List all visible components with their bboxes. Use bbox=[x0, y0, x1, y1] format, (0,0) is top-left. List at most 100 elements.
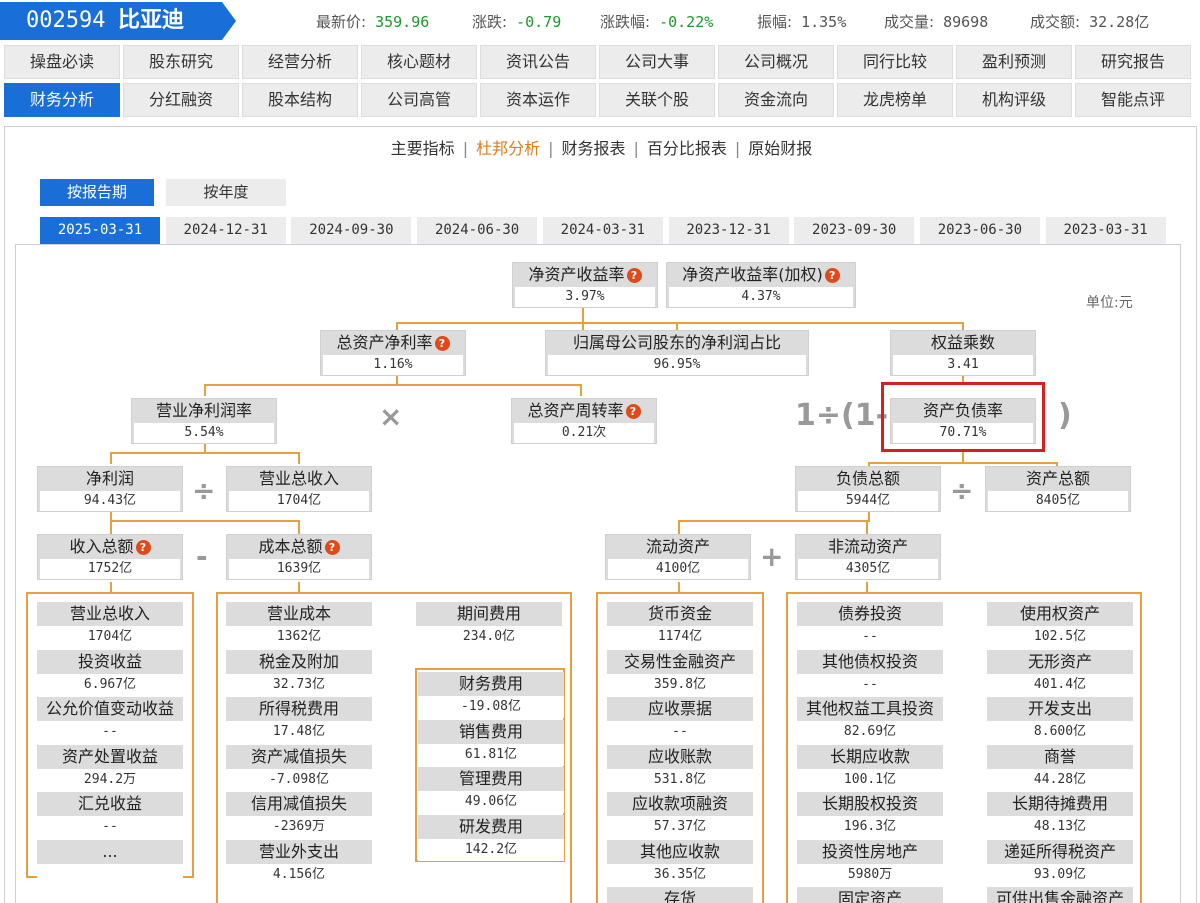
detail-item: 应收款项融资 57.37亿 bbox=[607, 792, 753, 838]
detail-value: 48.13亿 bbox=[987, 816, 1133, 838]
help-icon[interactable]: ? bbox=[824, 268, 840, 283]
node-current-assets: 流动资产 4100亿 bbox=[605, 534, 751, 580]
quote-label: 成交额: bbox=[1030, 13, 1081, 31]
detail-label: 投资收益 bbox=[37, 649, 183, 674]
detail-item: 货币资金 1174亿 bbox=[607, 602, 753, 648]
nav-tab[interactable]: 公司大事 bbox=[599, 45, 715, 79]
node-equity-mult: 权益乘数 3.41 bbox=[890, 330, 1036, 376]
quote-label: 涨跌幅: bbox=[600, 13, 651, 31]
subnav-separator: | bbox=[633, 139, 639, 158]
nav-tab[interactable]: 操盘必读 bbox=[4, 45, 120, 79]
detail-label: 财务费用 bbox=[418, 672, 564, 696]
nav-tab[interactable]: 公司概况 bbox=[718, 45, 834, 79]
detail-value: 17.48亿 bbox=[226, 721, 372, 743]
detail-label: 其他权益工具投资 bbox=[797, 697, 943, 721]
node-value: 1.16% bbox=[323, 355, 463, 375]
period-tab[interactable]: 2023-12-31 bbox=[668, 217, 789, 244]
subnav-link[interactable]: 百分比报表 bbox=[647, 139, 727, 158]
period-tab[interactable]: 2023-06-30 bbox=[919, 217, 1040, 244]
period-tab[interactable]: 2023-09-30 bbox=[794, 217, 915, 244]
nav-tab[interactable]: 盈利预测 bbox=[956, 45, 1072, 79]
nav-tab[interactable]: 资本运作 bbox=[480, 83, 596, 117]
node-label: 权益乘数 bbox=[930, 333, 995, 352]
help-icon[interactable]: ? bbox=[626, 268, 642, 283]
nav-tab[interactable]: 分红融资 bbox=[123, 83, 239, 117]
nav-tab[interactable]: 经营分析 bbox=[242, 45, 358, 79]
detail-label: 固定资产 bbox=[797, 887, 943, 903]
formula-suffix: ) bbox=[1058, 398, 1072, 433]
connector bbox=[298, 452, 300, 464]
node-label: 成本总额? bbox=[227, 535, 371, 559]
period-tab[interactable]: 2024-03-31 bbox=[542, 217, 663, 244]
subnav-link[interactable]: 主要指标 bbox=[391, 139, 455, 158]
detail-label: 应收票据 bbox=[607, 697, 753, 721]
nav-tab[interactable]: 关联个股 bbox=[599, 83, 715, 117]
help-icon[interactable]: ? bbox=[324, 540, 340, 555]
detail-value: 1174亿 bbox=[607, 626, 753, 648]
help-icon[interactable]: ? bbox=[434, 336, 450, 351]
connector bbox=[396, 322, 964, 324]
subnav-link[interactable]: 杜邦分析 bbox=[476, 139, 540, 158]
node-total-assets: 资产总额 8405亿 bbox=[985, 466, 1131, 512]
period-tab[interactable]: 2023-03-31 bbox=[1045, 217, 1166, 244]
quote-value: 1.35% bbox=[792, 13, 847, 31]
nav-tab[interactable]: 龙虎榜单 bbox=[837, 83, 953, 117]
nav-tab[interactable]: 股东研究 bbox=[123, 45, 239, 79]
subnav-link[interactable]: 原始财报 bbox=[748, 139, 812, 158]
nav-tab[interactable]: 公司高管 bbox=[361, 83, 477, 117]
nav-tab[interactable]: 财务分析 bbox=[4, 83, 120, 117]
detail-value: 359.8亿 bbox=[607, 673, 753, 696]
stock-badge[interactable]: 002594 比亚迪 bbox=[0, 2, 236, 40]
detail-item: 研发费用 142.2亿 bbox=[418, 814, 564, 861]
nav-tab[interactable]: 机构评级 bbox=[956, 83, 1072, 117]
detail-item: 其他债权投资 -- bbox=[797, 649, 943, 696]
detail-label: 投资性房地产 bbox=[797, 839, 943, 864]
quote-value: -0.22% bbox=[650, 13, 714, 31]
nav-tab[interactable]: 股本结构 bbox=[242, 83, 358, 117]
connector bbox=[110, 452, 112, 464]
detail-value: -- bbox=[797, 626, 943, 648]
connector bbox=[396, 322, 398, 330]
node-label: 总资产周转率? bbox=[512, 399, 656, 423]
nav-tab[interactable]: 核心题材 bbox=[361, 45, 477, 79]
node-net-profit: 净利润 94.43亿 bbox=[37, 466, 183, 512]
nav-tab[interactable]: 智能点评 bbox=[1075, 83, 1191, 117]
detail-item: 递延所得税资产 93.09亿 bbox=[987, 839, 1133, 886]
expense-group: 财务费用 -19.08亿 销售费用 61.81亿 管理费用 49.06亿 研发费用 142.2… bbox=[415, 668, 565, 862]
nav-tab[interactable]: 研究报告 bbox=[1075, 45, 1191, 79]
period-tab[interactable]: 2025-03-31 bbox=[40, 217, 160, 244]
subnav-link[interactable]: 财务报表 bbox=[561, 139, 625, 158]
period-tab[interactable]: 2024-09-30 bbox=[291, 217, 412, 244]
detail-label: 可供出售金融资产 bbox=[987, 887, 1133, 903]
nav-tab[interactable]: 资讯公告 bbox=[480, 45, 596, 79]
help-icon[interactable]: ? bbox=[135, 540, 151, 555]
nav-tab[interactable]: 同行比较 bbox=[837, 45, 953, 79]
detail-value: 57.37亿 bbox=[607, 816, 753, 838]
period-tab[interactable]: 2024-12-31 bbox=[165, 217, 286, 244]
detail-item: 使用权资产 102.5亿 bbox=[987, 602, 1133, 648]
node-label: 流动资产 bbox=[645, 537, 710, 556]
detail-label: 无形资产 bbox=[987, 649, 1133, 674]
period-tab[interactable]: 2024-06-30 bbox=[417, 217, 538, 244]
detail-item: 营业外支出 4.156亿 bbox=[226, 839, 372, 886]
nav-tab[interactable]: 资金流向 bbox=[718, 83, 834, 117]
subnav-separator: | bbox=[548, 139, 554, 158]
detail-value: 142.2亿 bbox=[418, 838, 564, 861]
divide-operator-left: ÷ bbox=[192, 474, 216, 507]
detail-label: 公允价值变动收益 bbox=[37, 697, 183, 721]
help-icon[interactable]: ? bbox=[625, 404, 641, 419]
detail-label: 信用减值损失 bbox=[226, 792, 372, 816]
detail-value: -- bbox=[797, 673, 943, 696]
mode-by-period-button[interactable]: 按报告期 bbox=[40, 179, 154, 206]
node-value: 5944亿 bbox=[798, 491, 938, 511]
node-value: 1752亿 bbox=[40, 559, 180, 579]
detail-value: -7.098亿 bbox=[226, 768, 372, 791]
detail-value: 5980万 bbox=[797, 863, 943, 886]
node-asset-turnover: 总资产周转率? 0.21次 bbox=[511, 398, 657, 444]
subnav-separator: | bbox=[734, 139, 741, 158]
quote-item: 最新价: 359.96 bbox=[316, 11, 429, 32]
detail-value: 61.81亿 bbox=[418, 743, 564, 766]
detail-label: 营业外支出 bbox=[226, 839, 372, 864]
formula-prefix: 1÷(1- bbox=[795, 398, 889, 433]
mode-by-year-button[interactable]: 按年度 bbox=[166, 179, 286, 206]
